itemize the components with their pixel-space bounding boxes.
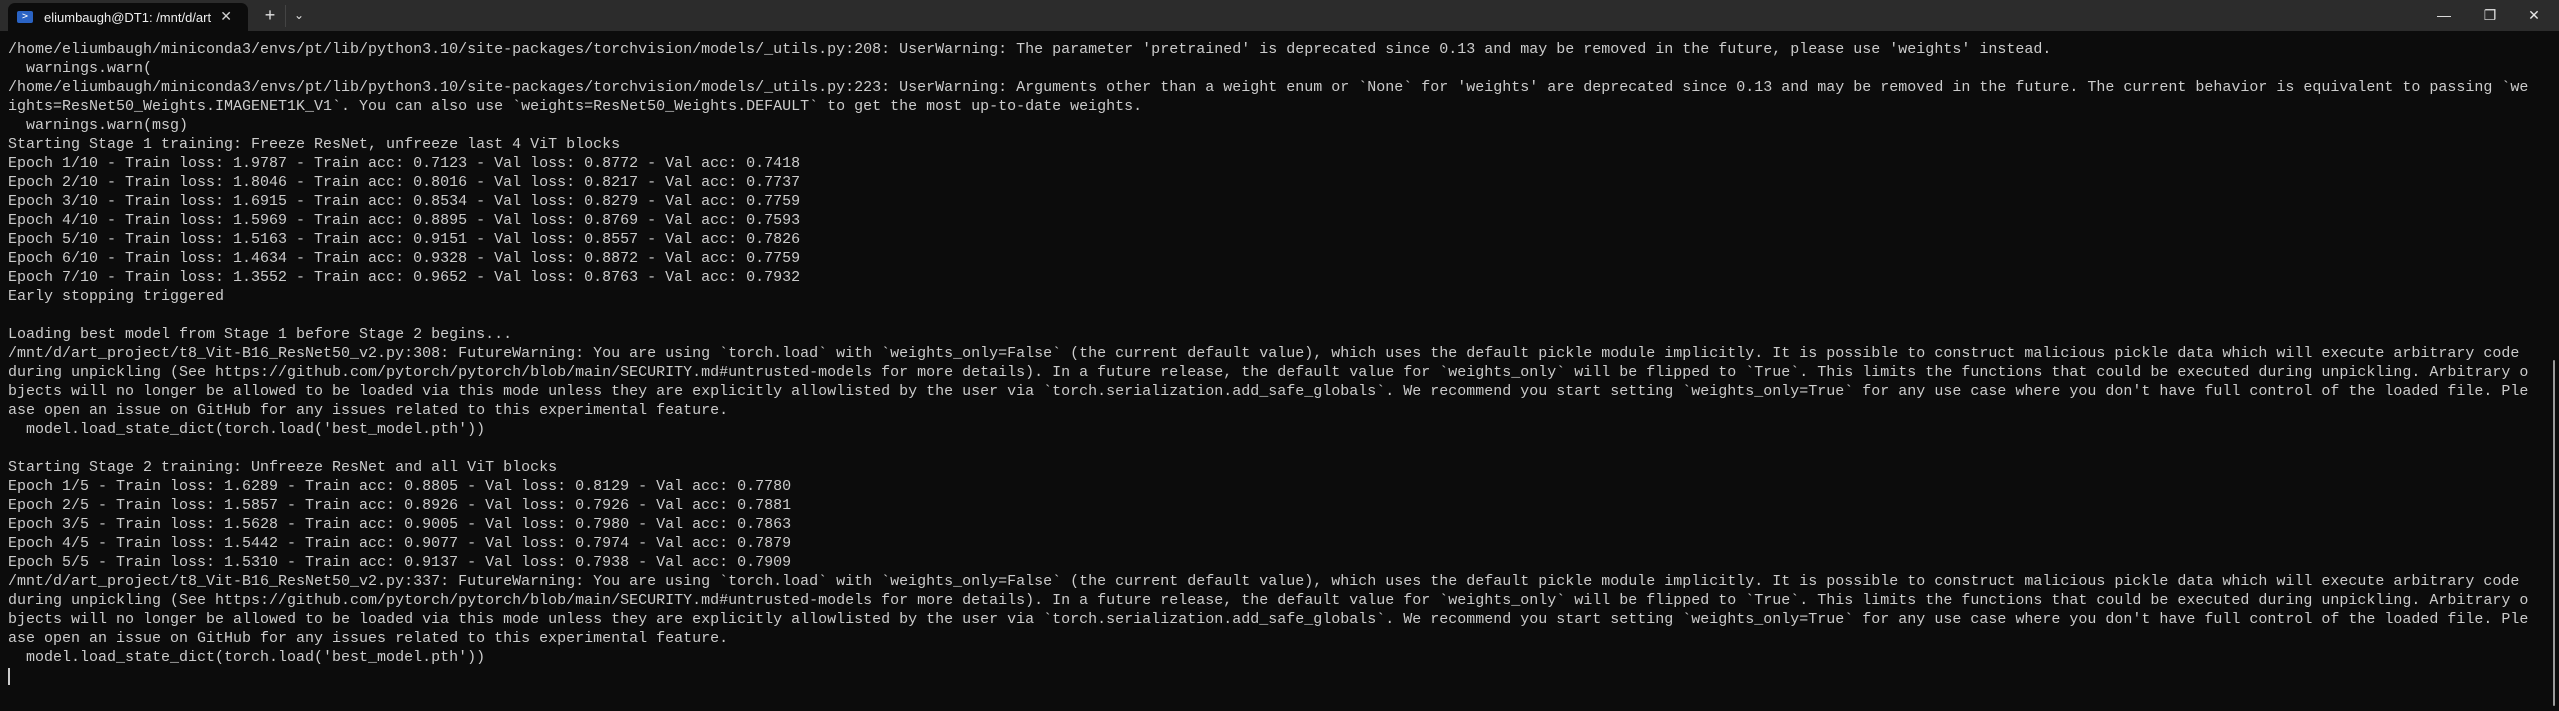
powershell-icon: > <box>17 11 33 23</box>
terminal-line: Epoch 3/5 - Train loss: 1.5628 - Train a… <box>8 516 792 533</box>
terminal-line: Epoch 2/5 - Train loss: 1.5857 - Train a… <box>8 497 792 514</box>
terminal-line: Starting Stage 2 training: Unfreeze ResN… <box>8 459 558 476</box>
terminal-line: during unpickling (See https://github.co… <box>8 592 2529 609</box>
terminal-line: warnings.warn( <box>8 60 153 77</box>
terminal-line: model.load_state_dict(torch.load('best_m… <box>8 649 486 666</box>
terminal-line: Epoch 1/5 - Train loss: 1.6289 - Train a… <box>8 478 792 495</box>
scrollbar[interactable] <box>2553 360 2555 706</box>
terminal-line: /home/eliumbaugh/miniconda3/envs/pt/lib/… <box>8 41 2052 58</box>
minimize-button[interactable]: — <box>2424 4 2464 26</box>
new-tab-button[interactable]: + <box>262 4 278 26</box>
terminal-line: Loading best model from Stage 1 before S… <box>8 326 513 343</box>
terminal-line: Epoch 2/10 - Train loss: 1.8046 - Train … <box>8 174 801 191</box>
terminal-line: /mnt/d/art_project/t8_Vit-B16_ResNet50_v… <box>8 573 2520 590</box>
terminal-line: /mnt/d/art_project/t8_Vit-B16_ResNet50_v… <box>8 345 2520 362</box>
terminal-output[interactable]: /home/eliumbaugh/miniconda3/envs/pt/lib/… <box>8 40 2545 686</box>
terminal-line: Epoch 5/5 - Train loss: 1.5310 - Train a… <box>8 554 792 571</box>
text-cursor <box>8 667 10 685</box>
terminal-line: Starting Stage 1 training: Freeze ResNet… <box>8 136 621 153</box>
terminal-line: ights=ResNet50_Weights.IMAGENET1K_V1`. Y… <box>8 98 1143 115</box>
terminal-line: bjects will no longer be allowed to be l… <box>8 383 2529 400</box>
terminal-line: Epoch 4/5 - Train loss: 1.5442 - Train a… <box>8 535 792 552</box>
terminal-line: Epoch 5/10 - Train loss: 1.5163 - Train … <box>8 231 801 248</box>
maximize-button[interactable]: ❐ <box>2470 4 2510 26</box>
terminal-line: ase open an issue on GitHub for any issu… <box>8 630 729 647</box>
terminal-line: warnings.warn(msg) <box>8 117 189 134</box>
terminal-line: Epoch 3/10 - Train loss: 1.6915 - Train … <box>8 193 801 210</box>
terminal-line: Epoch 6/10 - Train loss: 1.4634 - Train … <box>8 250 801 267</box>
terminal-line: Epoch 4/10 - Train loss: 1.5969 - Train … <box>8 212 801 229</box>
terminal-line: /home/eliumbaugh/miniconda3/envs/pt/lib/… <box>8 79 2529 96</box>
chevron-down-icon[interactable]: ⌄ <box>291 4 307 26</box>
tab-close-icon[interactable]: ✕ <box>220 8 232 25</box>
tab-title: eliumbaugh@DT1: /mnt/d/art <box>44 9 212 25</box>
divider <box>285 5 286 27</box>
terminal-line: during unpickling (See https://github.co… <box>8 364 2529 381</box>
tab-terminal[interactable]: > eliumbaugh@DT1: /mnt/d/art ✕ <box>8 3 248 31</box>
title-bar: > eliumbaugh@DT1: /mnt/d/art ✕ + ⌄ — ❐ ✕ <box>0 0 2559 31</box>
terminal-line: ase open an issue on GitHub for any issu… <box>8 402 729 419</box>
terminal-line: Epoch 7/10 - Train loss: 1.3552 - Train … <box>8 269 801 286</box>
terminal-line: Epoch 1/10 - Train loss: 1.9787 - Train … <box>8 155 801 172</box>
close-window-button[interactable]: ✕ <box>2514 4 2554 26</box>
terminal-line: model.load_state_dict(torch.load('best_m… <box>8 421 486 438</box>
terminal-line: bjects will no longer be allowed to be l… <box>8 611 2529 628</box>
terminal-line: Early stopping triggered <box>8 288 225 305</box>
prompt-line[interactable] <box>8 667 2545 686</box>
